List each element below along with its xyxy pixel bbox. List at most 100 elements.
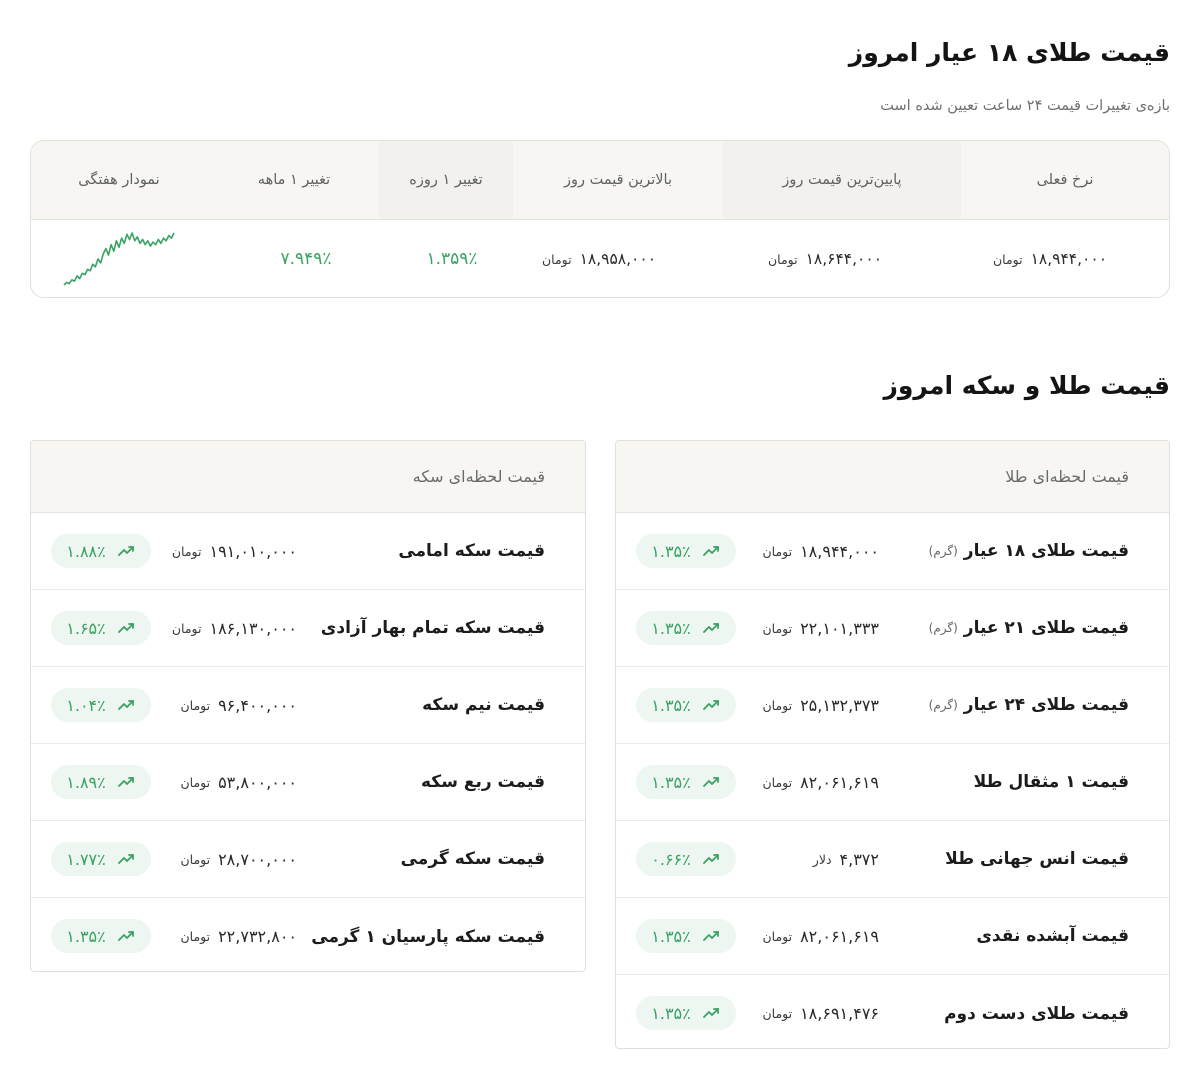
trending-up-icon bbox=[117, 854, 134, 864]
trending-up-icon bbox=[117, 700, 134, 710]
gold-price-list: قیمت طلای ۱۸ عیار (گرم) ۱۸,۹۴۴,۰۰۰ تومان ۱.۳… bbox=[616, 513, 1169, 1048]
header-lowest-price: پایین‌ترین قیمت روز bbox=[723, 141, 961, 219]
change-percent: ۱.۳۵٪ bbox=[66, 926, 106, 946]
price-value: ۱۸,۹۴۴,۰۰۰ bbox=[800, 541, 879, 561]
item-title: قیمت ربع سکه bbox=[421, 744, 545, 820]
price-value: ۸۲,۰۶۱,۶۱۹ bbox=[800, 926, 879, 946]
currency-unit: تومان bbox=[180, 697, 211, 713]
trending-up-icon bbox=[117, 931, 134, 941]
highest-price-value: ۱۸,۹۵۸,۰۰۰ bbox=[579, 250, 657, 268]
item-title: قیمت نیم سکه bbox=[422, 667, 545, 743]
cell-current-rate: ۱۸,۹۴۴,۰۰۰ تومان bbox=[931, 220, 1169, 297]
currency-unit: تومان bbox=[762, 1006, 793, 1021]
price-value: ۲۵,۱۳۲,۳۷۳ bbox=[800, 695, 879, 715]
table-row[interactable]: قیمت انس جهانی طلا ۴,۳۷۲ دلار ۰.۶۶٪ bbox=[616, 821, 1169, 898]
change-percent: ۱.۳۵٪ bbox=[651, 618, 691, 638]
item-title: قیمت سکه پارسیان ۱ گرمی bbox=[311, 898, 545, 971]
price-value: ۲۸,۷۰۰,۰۰۰ bbox=[218, 849, 297, 869]
price-value: ۹۶,۴۰۰,۰۰۰ bbox=[218, 695, 297, 715]
table-row[interactable]: قیمت طلای دست دوم ۱۸,۶۹۱,۴۷۶ تومان ۱.۳۵٪ bbox=[616, 975, 1169, 1048]
table-row[interactable]: قیمت سکه تمام بهار آزادی ۱۸۶,۱۳۰,۰۰۰ تومان… bbox=[31, 590, 585, 667]
table-row: ۱۸,۹۴۴,۰۰۰ تومان ۱۸,۶۴۴,۰۰۰ تومان ۱۸,۹۵۸… bbox=[31, 220, 1169, 297]
table-row[interactable]: قیمت ۱ مثقال طلا ۸۲,۰۶۱,۶۱۹ تومان ۱.۳۵٪ bbox=[616, 744, 1169, 821]
currency-unit: تومان bbox=[767, 252, 798, 267]
table-row[interactable]: قیمت سکه گرمی ۲۸,۷۰۰,۰۰۰ تومان ۱.۷۷٪ bbox=[31, 821, 585, 898]
change-percent: ۱.۳۵٪ bbox=[651, 772, 691, 792]
trending-up-icon bbox=[702, 1008, 719, 1018]
item-name: قیمت طلای ۲۴ عیار bbox=[963, 695, 1129, 715]
table-row[interactable]: قیمت طلای ۱۸ عیار (گرم) ۱۸,۹۴۴,۰۰۰ تومان ۱.۳… bbox=[616, 513, 1169, 590]
table-header: نرخ فعلی پایین‌ترین قیمت روز بالاترین قی… bbox=[31, 141, 1169, 220]
item-price: ۴,۳۷۲ دلار bbox=[813, 821, 879, 897]
price-value: ۵۳,۸۰۰,۰۰۰ bbox=[218, 772, 297, 792]
currency-unit: تومان bbox=[171, 543, 202, 559]
currency-unit: تومان bbox=[180, 929, 211, 944]
change-badge: ۱.۳۵٪ bbox=[636, 534, 736, 568]
change-percent: ۱.۶۵٪ bbox=[66, 618, 106, 638]
item-title: قیمت طلای دست دوم bbox=[944, 975, 1129, 1048]
item-title: قیمت سکه گرمی bbox=[401, 821, 545, 897]
gold18-summary-table: نرخ فعلی پایین‌ترین قیمت روز بالاترین قی… bbox=[30, 140, 1170, 298]
trending-up-icon bbox=[702, 546, 719, 556]
price-value: ۲۲,۷۳۲,۸۰۰ bbox=[218, 927, 297, 946]
item-name: قیمت ربع سکه bbox=[421, 772, 545, 792]
currency-unit: تومان bbox=[180, 774, 211, 790]
page-title: قیمت طلای ۱۸ عیار امروز bbox=[848, 38, 1170, 67]
item-price: ۱۸۶,۱۳۰,۰۰۰ تومان bbox=[172, 590, 297, 666]
item-price: ۲۲,۷۳۲,۸۰۰ تومان bbox=[180, 898, 297, 971]
item-price: ۵۳,۸۰۰,۰۰۰ تومان bbox=[180, 744, 297, 820]
cell-lowest-price: ۱۸,۶۴۴,۰۰۰ تومان bbox=[719, 220, 931, 297]
item-title: قیمت ۱ مثقال طلا bbox=[974, 744, 1129, 820]
table-row[interactable]: قیمت آبشده نقدی ۸۲,۰۶۱,۶۱۹ تومان ۱.۳۵٪ bbox=[616, 898, 1169, 975]
trending-up-icon bbox=[702, 700, 719, 710]
weekly-sparkline-chart[interactable] bbox=[61, 230, 177, 288]
change-percent: ۱.۳۵٪ bbox=[651, 541, 691, 561]
price-value: ۸۲,۰۶۱,۶۱۹ bbox=[800, 772, 879, 792]
currency-unit: تومان bbox=[171, 620, 202, 636]
price-value: ۱۸,۶۹۱,۴۷۶ bbox=[800, 1004, 879, 1023]
currency-unit: تومان bbox=[762, 928, 793, 944]
change-badge: ۱.۸۸٪ bbox=[51, 534, 151, 568]
change-badge: ۱.۳۵٪ bbox=[636, 611, 736, 645]
table-row[interactable]: قیمت طلای ۲۱ عیار (گرم) ۲۲,۱۰۱,۳۳۳ تومان ۱.۳… bbox=[616, 590, 1169, 667]
table-row[interactable]: قیمت ربع سکه ۵۳,۸۰۰,۰۰۰ تومان ۱.۸۹٪ bbox=[31, 744, 585, 821]
currency-unit: تومان bbox=[992, 252, 1023, 267]
change-percent: ۱.۷۷٪ bbox=[66, 849, 106, 869]
price-value: ۲۲,۱۰۱,۳۳۳ bbox=[800, 618, 879, 638]
cell-day-change: ۱.۳۵۹٪ bbox=[391, 220, 513, 297]
trending-up-icon bbox=[702, 623, 719, 633]
change-badge: ۱.۳۵٪ bbox=[636, 996, 736, 1030]
trending-up-icon bbox=[117, 546, 134, 556]
currency-unit: تومان bbox=[762, 543, 793, 559]
item-name: قیمت سکه امامی bbox=[398, 541, 545, 561]
change-badge: ۱.۶۵٪ bbox=[51, 611, 151, 645]
header-current-rate: نرخ فعلی bbox=[1036, 172, 1094, 188]
currency-unit: تومان bbox=[541, 252, 572, 267]
table-row[interactable]: قیمت نیم سکه ۹۶,۴۰۰,۰۰۰ تومان ۱.۰۴٪ bbox=[31, 667, 585, 744]
change-badge: ۰.۶۶٪ bbox=[636, 842, 736, 876]
section-title-gold-coin: قیمت طلا و سکه امروز bbox=[883, 371, 1171, 400]
change-percent: ۱.۳۵٪ bbox=[651, 1003, 691, 1023]
header-day-change: تغییر ۱ روزه bbox=[379, 141, 513, 219]
currency-unit: دلار bbox=[812, 851, 832, 867]
change-badge: ۱.۰۴٪ bbox=[51, 688, 151, 722]
table-row[interactable]: قیمت سکه پارسیان ۱ گرمی ۲۲,۷۳۲,۸۰۰ تومان ۱.… bbox=[31, 898, 585, 971]
item-name: قیمت سکه پارسیان ۱ گرمی bbox=[311, 926, 545, 947]
item-price: ۹۶,۴۰۰,۰۰۰ تومان bbox=[180, 667, 297, 743]
change-badge: ۱.۸۹٪ bbox=[51, 765, 151, 799]
table-row[interactable]: قیمت طلای ۲۴ عیار (گرم) ۲۵,۱۳۲,۳۷۳ تومان ۱.۳… bbox=[616, 667, 1169, 744]
gold-price-panel: قیمت لحظه‌ای طلا قیمت طلای ۱۸ عیار (گرم) ۱… bbox=[615, 440, 1170, 1049]
item-name: قیمت طلای ۱۸ عیار bbox=[963, 541, 1129, 561]
item-price: ۲۲,۱۰۱,۳۳۳ تومان bbox=[762, 590, 879, 666]
trending-up-icon bbox=[702, 854, 719, 864]
item-price: ۸۲,۰۶۱,۶۱۹ تومان bbox=[762, 744, 879, 820]
cell-month-change: ۷.۹۴۹٪ bbox=[221, 220, 391, 297]
table-row[interactable]: قیمت سکه امامی ۱۹۱,۰۱۰,۰۰۰ تومان ۱.۸۸٪ bbox=[31, 513, 585, 590]
item-name: قیمت طلای ۲۱ عیار bbox=[963, 618, 1129, 638]
change-badge: ۱.۳۵٪ bbox=[636, 765, 736, 799]
unit-gram-label: (گرم) bbox=[928, 544, 958, 558]
header-highest-price: بالاترین قیمت روز bbox=[564, 172, 672, 188]
currency-unit: تومان bbox=[762, 697, 793, 713]
item-name: قیمت انس جهانی طلا bbox=[945, 849, 1129, 869]
header-month-change: تغییر ۱ ماهه bbox=[257, 172, 331, 188]
